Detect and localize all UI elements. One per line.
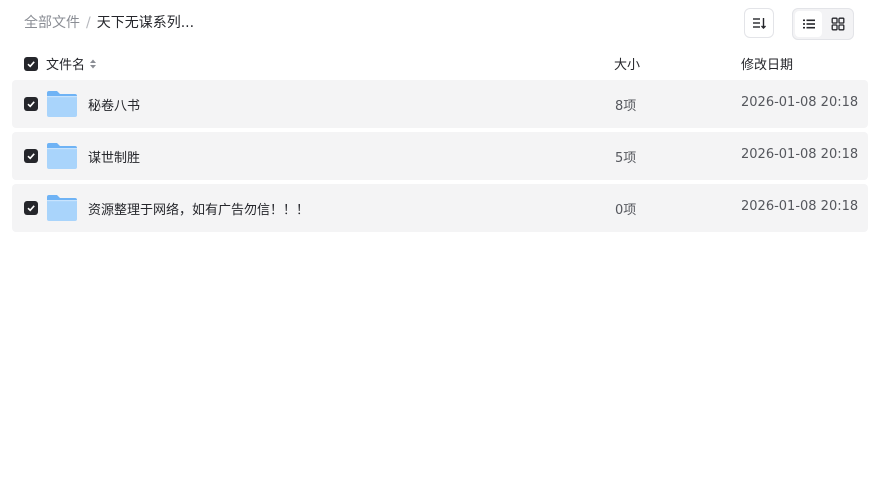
row-file-name[interactable]: 谋世制胜 [88,147,140,166]
breadcrumb: 全部文件 / 天下无谋系列... [24,13,194,33]
row-file-size: 5项 [615,151,637,166]
breadcrumb-root-link[interactable]: 全部文件 [24,13,80,33]
row-checkbox[interactable] [24,97,38,111]
check-icon [27,205,35,212]
breadcrumb-separator: / [86,15,91,31]
table-header: 文件名 大小 修改日期 [12,52,868,76]
table-row[interactable]: 谋世制胜 5项 2026-01-08 20:18 [12,132,868,180]
select-all-checkbox[interactable] [24,57,38,71]
row-file-size: 0项 [615,203,637,218]
name-column-label: 文件名 [46,58,86,73]
sort-toggle-icon [89,58,97,70]
size-column-header[interactable]: 大小 [614,54,640,73]
row-modified-date: 2026-01-08 20:18 [741,95,859,110]
check-icon [27,101,35,108]
row-modified-date: 2026-01-08 20:18 [741,199,859,214]
row-modified-date: 2026-01-08 20:18 [741,147,859,162]
row-file-size: 8项 [615,99,637,114]
list-view-button[interactable] [795,11,822,37]
sort-button[interactable] [744,8,774,38]
row-checkbox[interactable] [24,201,38,215]
file-list: 秘卷八书 8项 2026-01-08 20:18 谋世制胜 5项 2026-01… [12,80,868,236]
row-file-name[interactable]: 秘卷八书 [88,95,140,114]
table-row[interactable]: 秘卷八书 8项 2026-01-08 20:18 [12,80,868,128]
breadcrumb-current: 天下无谋系列... [96,15,195,31]
check-icon [27,61,35,68]
row-checkbox[interactable] [24,149,38,163]
folder-icon [47,91,77,117]
view-toggle [792,8,854,40]
grid-view-button[interactable] [824,11,851,37]
file-browser: 全部文件 / 天下无谋系列... 文件名 大小 修改日期 秘卷八书 8项 202… [0,0,878,495]
list-view-icon [802,19,815,29]
folder-icon [47,195,77,221]
grid-view-icon [831,17,844,31]
sort-icon [753,18,766,29]
row-file-name[interactable]: 资源整理于网络，如有广告勿信！！！ [88,199,309,218]
modified-column-header[interactable]: 修改日期 [741,54,793,73]
folder-icon [47,143,77,169]
name-column-header[interactable]: 文件名 [46,54,97,73]
check-icon [27,153,35,160]
table-row[interactable]: 资源整理于网络，如有广告勿信！！！ 0项 2026-01-08 20:18 [12,184,868,232]
